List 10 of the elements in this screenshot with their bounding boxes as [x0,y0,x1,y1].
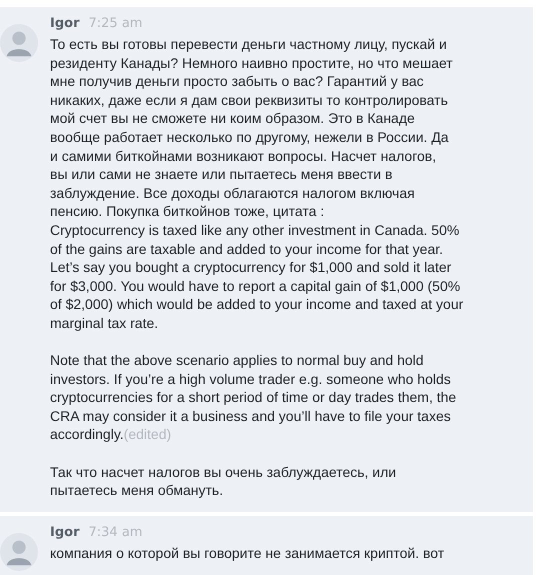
message-text: Note that the above scenario applies to normal buy and hold investors. If you’re a high volume trader e.g. someone who holds cryptocurrencies for a short period of time or day trades them, the CRA may consider it a business and you’ll have to file your taxes accordingly.(edited) [50,351,458,444]
avatar-icon [0,532,38,571]
message-time: 7:34 am [88,524,142,540]
avatar-icon [0,24,38,62]
author-name[interactable]: Igor [50,16,80,31]
message-time: 7:25 am [88,16,142,31]
message-text: То есть вы готовы перевести деньги частному лицу, пускай и резиденту Канады? Немного наивно простите, но что мешает мне получив деньги просто забыть о вас? Гарантий у вас никаких, даже если я дам свои реквизиты то контролировать мой счет вы не сможете ни коим образом. Это в Канаде вообще работает несколько по другому, нежели в России. Да и самими биткойнами возникают вопросы. Насчет налогов, вы или сами не знаете или пытаетесь меня ввести в заблуждение. Все доходы облагаются налогом включая пенсию. Покупка биткойнов тоже, цитата : Cryptocurrency is taxed like any other investment in Canada. 50% of the gains are taxable and added to your income for that year. Let’s say you bought a cryptocurrency for $1,000 and sold it later for $3,000. You would have to report a capital gain of $1,000 (50% of $2,000) which would be added to your income and taxed at your marginal tax rate. [50,35,464,332]
message-text: компания о которой вы говорите не занимается криптой. вот [50,544,446,562]
author-name[interactable]: Igor [50,524,80,540]
message-text: Так что насчет налогов вы очень заблуждаетесь, или пытаетесь меня обмануть. [50,462,398,500]
